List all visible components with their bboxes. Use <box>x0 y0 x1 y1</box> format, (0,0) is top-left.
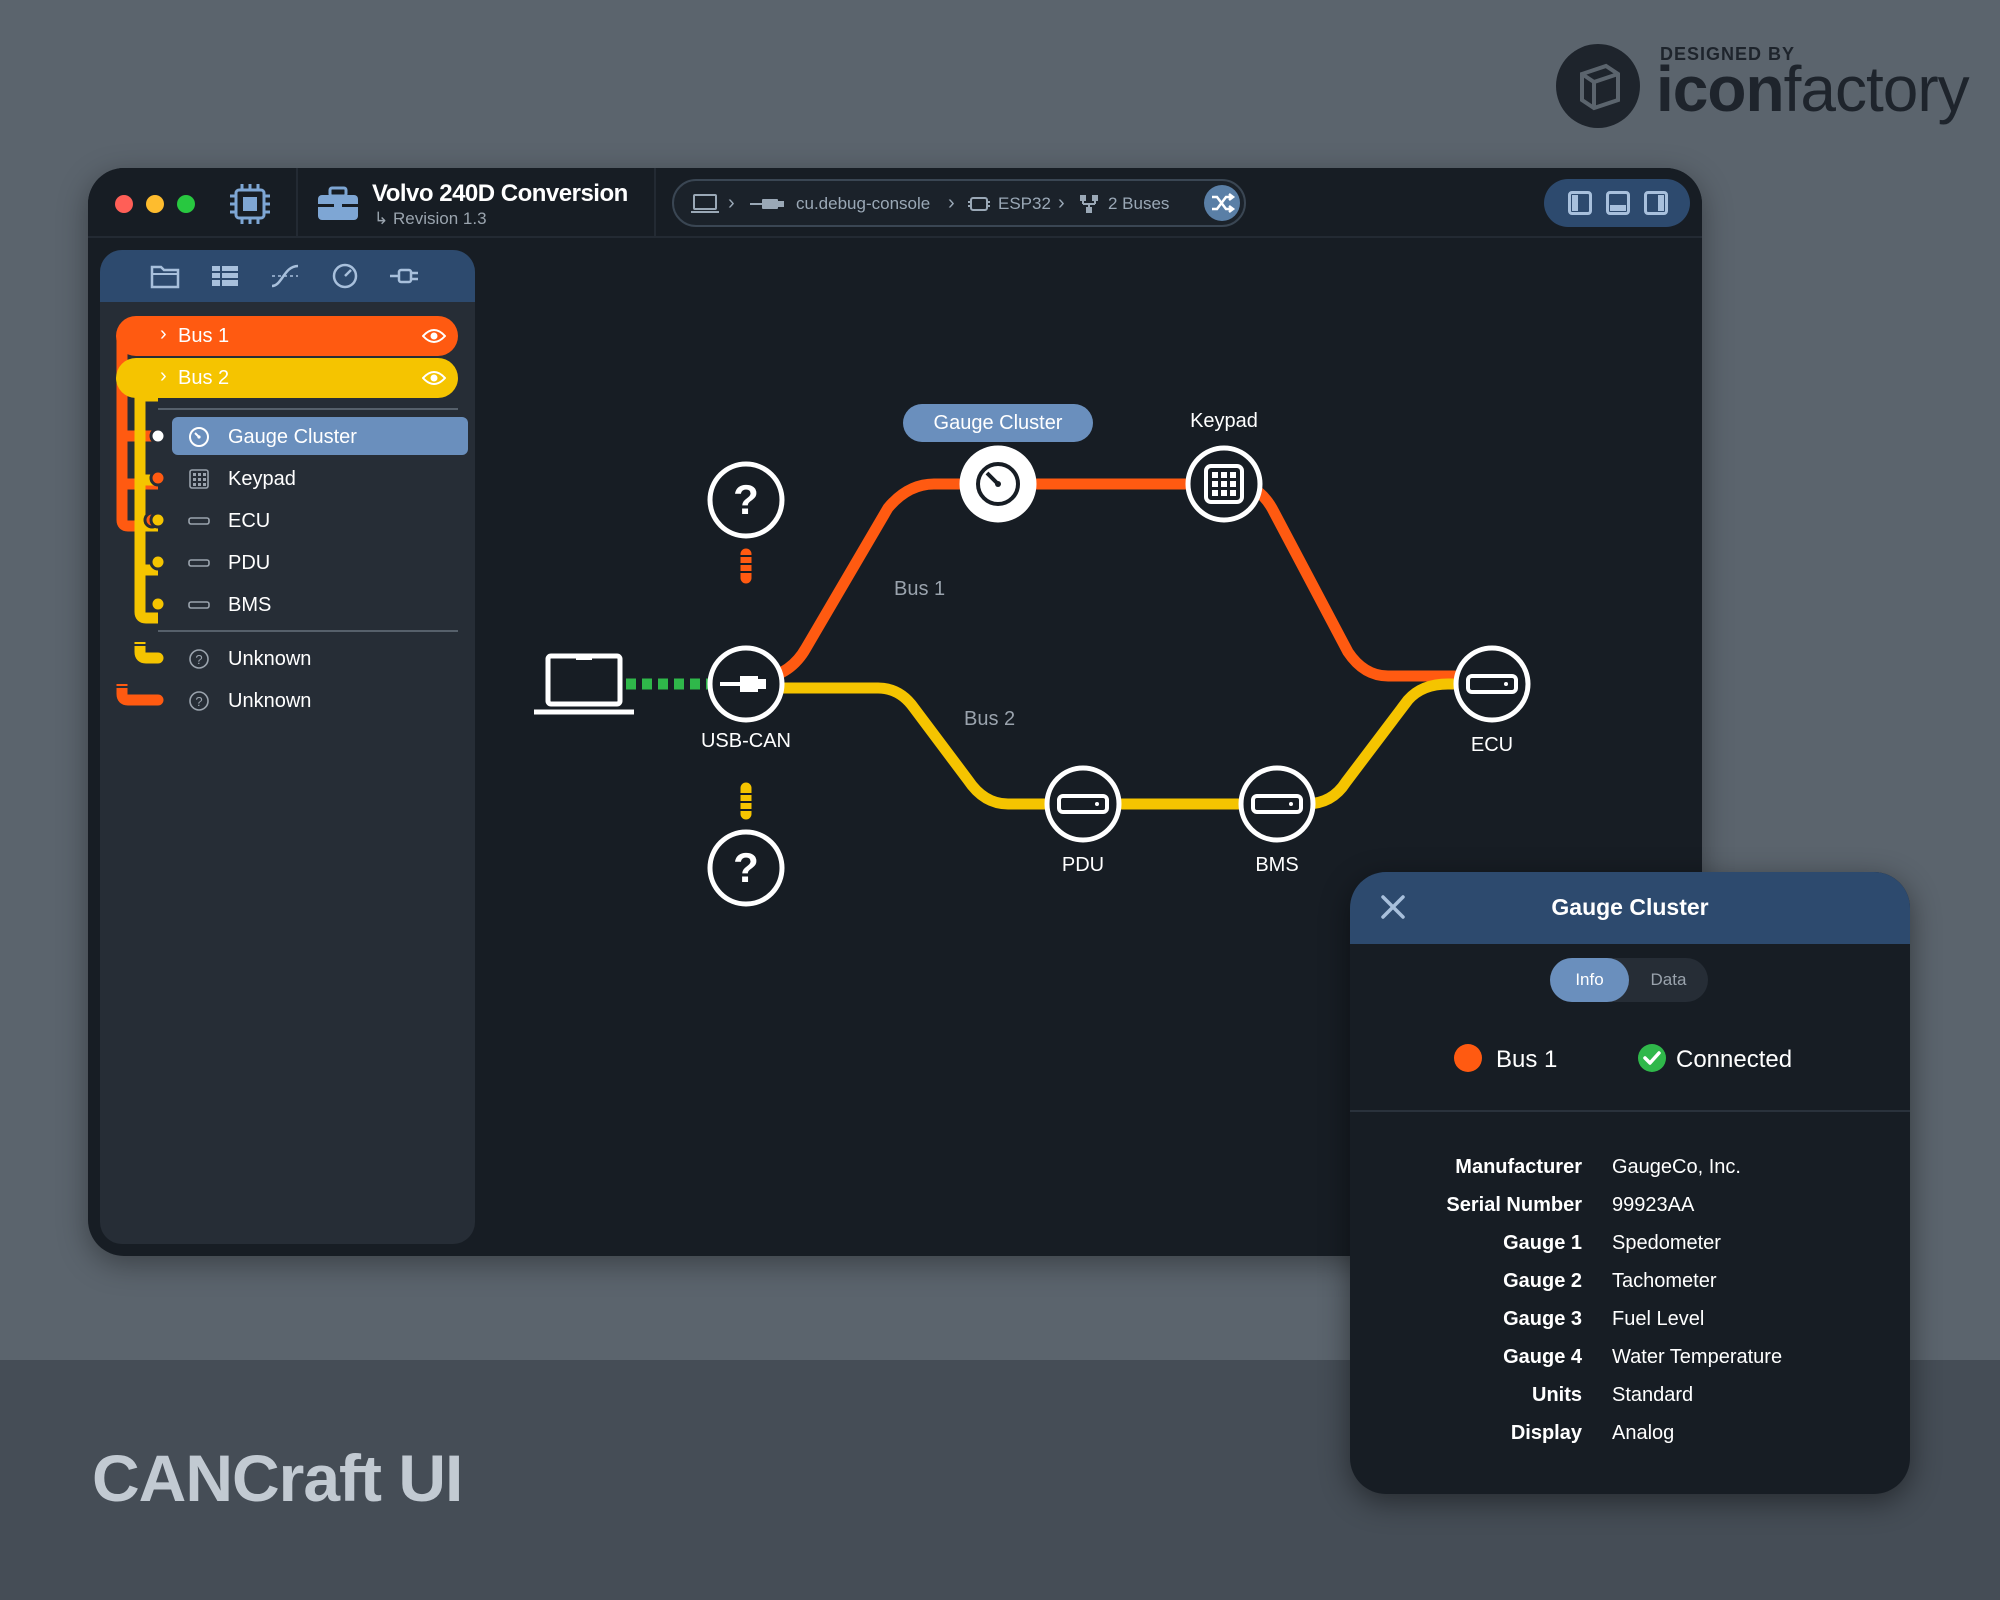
keypad-label: Keypad <box>1190 410 1258 432</box>
divider <box>1350 1110 1910 1112</box>
question-mark: ? <box>733 844 759 891</box>
bms-node[interactable] <box>1238 765 1316 843</box>
bus-status: Bus 1 <box>1496 1046 1558 1073</box>
property-row: Serial Number 99923AA <box>1446 1194 1695 1216</box>
property-row: Manufacturer GaugeCo, Inc. <box>1455 1156 1741 1178</box>
inspector-header: Gauge Cluster <box>1350 872 1910 944</box>
property-row: Gauge 2 Tachometer <box>1503 1270 1717 1292</box>
inspector-tabs: Info Data <box>1550 958 1708 1002</box>
property-row: Units Standard <box>1532 1384 1694 1406</box>
laptop-icon[interactable] <box>534 653 634 715</box>
usb-can-label: USB-CAN <box>700 730 791 752</box>
bus-2-label: Bus 2 <box>964 708 1016 730</box>
tab-info[interactable]: Info <box>1550 958 1629 1002</box>
iconfactory-logo-icon <box>1556 44 1640 128</box>
selected-node-label: Gauge Cluster <box>903 404 1093 442</box>
property-row: Gauge 4 Water Temperature <box>1503 1346 1783 1368</box>
keypad-node[interactable] <box>1185 445 1263 523</box>
ecu-node[interactable] <box>1453 645 1531 723</box>
inspector-panel: Gauge Cluster Info Data Bus 1 Connected … <box>1350 872 1910 1494</box>
property-row: Gauge 1 Spedometer <box>1503 1232 1721 1254</box>
connection-status: Connected <box>1676 1046 1793 1073</box>
product-title: CANCraft UI <box>92 1441 463 1515</box>
bus-1-line <box>742 478 1462 686</box>
checkmark-icon <box>1638 1044 1666 1072</box>
question-mark: ? <box>733 476 759 523</box>
property-row: Gauge 3 Fuel Level <box>1503 1308 1705 1330</box>
pdu-node[interactable] <box>1044 765 1122 843</box>
property-row: Display Analog <box>1510 1422 1675 1444</box>
gauge-cluster-node[interactable] <box>959 445 1037 523</box>
usb-can-node[interactable] <box>707 645 785 723</box>
bus-color-dot <box>1454 1044 1482 1072</box>
bus-1-label: Bus 1 <box>894 578 946 600</box>
brand-logo: DESIGNED BY iconfactory <box>1556 40 1970 130</box>
bms-label: BMS <box>1255 854 1299 876</box>
ecu-label: ECU <box>1470 734 1514 756</box>
inspector-title: Gauge Cluster <box>1551 894 1709 920</box>
tab-data[interactable]: Data <box>1629 958 1708 1002</box>
brand-name: iconfactory <box>1656 53 1970 125</box>
pdu-label: PDU <box>1061 854 1105 876</box>
